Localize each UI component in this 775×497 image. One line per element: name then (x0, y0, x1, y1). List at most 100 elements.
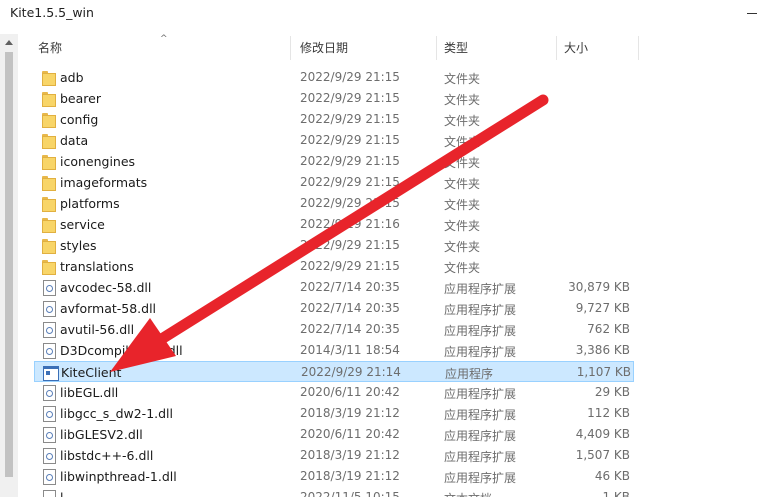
file-type: 应用程序 (445, 367, 494, 381)
file-size: 1 KB (602, 490, 630, 497)
file-row[interactable]: libwinpthread-1.dll 2018/3/19 21:12 应用程序扩展… (34, 466, 634, 487)
file-row[interactable]: avcodec-58.dll 2022/7/14 20:35 应用程序扩展 30,87… (34, 277, 634, 298)
file-type: 应用程序扩展 (444, 324, 517, 338)
file-row[interactable]: platforms 2022/9/29 21:15 文件夹 (34, 193, 634, 214)
file-date: 2022/9/29 21:15 (300, 259, 400, 273)
file-row[interactable]: KiteClient 2022/9/29 21:14 应用程序 1,107 KB (34, 361, 634, 382)
file-row[interactable]: avutil-56.dll 2022/7/14 20:35 应用程序扩展 762 KB (34, 319, 634, 340)
file-date: 2022/7/14 20:35 (300, 301, 400, 315)
file-row[interactable]: libgcc_s_dw2-1.dll 2018/3/19 21:12 应用程序扩展 1… (34, 403, 634, 424)
file-row[interactable]: adb 2022/9/29 21:15 文件夹 (34, 67, 634, 88)
file-row[interactable]: avformat-58.dll 2022/7/14 20:35 应用程序扩展 9,72… (34, 298, 634, 319)
file-name: config (60, 112, 99, 127)
file-date: 2022/9/29 21:15 (300, 196, 400, 210)
scrollbar-thumb[interactable] (5, 52, 13, 477)
folder-icon (42, 196, 56, 212)
column-divider[interactable] (290, 36, 291, 60)
dll-icon (42, 469, 56, 485)
file-date: 2022/9/29 21:15 (300, 238, 400, 252)
title-bar: Kite1.5.5_win (0, 0, 775, 26)
file-row[interactable]: libstdc++-6.dll 2018/3/19 21:12 应用程序扩展 1,50… (34, 445, 634, 466)
file-date: 2022/9/29 21:15 (300, 154, 400, 168)
file-name: avformat-58.dll (60, 301, 157, 316)
file-type: 文件夹 (444, 93, 481, 107)
file-name: iconengines (60, 154, 136, 169)
file-type: 文件夹 (444, 114, 481, 128)
file-name: translations (60, 259, 134, 274)
file-type: 文件夹 (444, 177, 481, 191)
file-size: 762 KB (587, 322, 630, 336)
file-date: 2022/9/29 21:15 (300, 175, 400, 189)
folder-icon (42, 217, 56, 233)
file-type: 应用程序扩展 (444, 429, 517, 443)
file-size: 1,107 KB (576, 365, 631, 379)
file-name: libstdc++-6.dll (60, 448, 154, 463)
file-size: 3,386 KB (575, 343, 630, 357)
file-row[interactable]: D3Dcompiler_47.dll 2014/3/11 18:54 应用程序扩展 3… (34, 340, 634, 361)
folder-icon (42, 91, 56, 107)
dll-icon (42, 427, 56, 443)
column-type[interactable]: 类型 (444, 34, 468, 62)
file-type: 文件夹 (444, 198, 481, 212)
folder-icon (42, 175, 56, 191)
file-date: 2022/9/29 21:15 (300, 112, 400, 126)
file-name: data (60, 133, 89, 148)
file-row[interactable]: l... 2022/11/5 10:15 文本文档 1 KB (34, 487, 634, 497)
file-date: 2022/7/14 20:35 (300, 322, 400, 336)
file-row[interactable]: iconengines 2022/9/29 21:15 文件夹 (34, 151, 634, 172)
file-row[interactable]: bearer 2022/9/29 21:15 文件夹 (34, 88, 634, 109)
file-type: 文件夹 (444, 240, 481, 254)
file-name: avcodec-58.dll (60, 280, 152, 295)
column-name[interactable]: 名称 (38, 34, 62, 62)
window-title: Kite1.5.5_win (10, 5, 94, 20)
file-name: bearer (60, 91, 101, 106)
file-size: 46 KB (594, 469, 630, 483)
file-name: styles (60, 238, 97, 253)
folder-icon (42, 238, 56, 254)
file-date: 2020/6/11 20:42 (300, 385, 400, 399)
file-type: 应用程序扩展 (444, 408, 517, 422)
file-row[interactable]: imageformats 2022/9/29 21:15 文件夹 (34, 172, 634, 193)
file-date: 2020/6/11 20:42 (300, 427, 400, 441)
dll-icon (42, 343, 56, 359)
file-date: 2022/9/29 21:14 (301, 365, 401, 379)
column-divider[interactable] (638, 36, 639, 60)
folder-icon (42, 154, 56, 170)
file-name: adb (60, 70, 84, 85)
sort-ascending-icon: ^ (160, 34, 168, 44)
file-row[interactable]: service 2022/9/29 21:16 文件夹 (34, 214, 634, 235)
file-date: 2022/7/14 20:35 (300, 280, 400, 294)
file-name: libEGL.dll (60, 385, 119, 400)
file-row[interactable]: libEGL.dll 2020/6/11 20:42 应用程序扩展 29 KB (34, 382, 634, 403)
file-row[interactable]: styles 2022/9/29 21:15 文件夹 (34, 235, 634, 256)
file-date: 2018/3/19 21:12 (300, 406, 400, 420)
vertical-scrollbar[interactable] (0, 34, 18, 497)
scroll-up-arrow-icon[interactable] (5, 40, 13, 45)
column-divider[interactable] (436, 36, 437, 60)
dll-icon (42, 322, 56, 338)
file-name: libGLESV2.dll (60, 427, 143, 442)
column-date[interactable]: 修改日期 (300, 34, 348, 62)
file-size: 4,409 KB (575, 427, 630, 441)
minimize-button[interactable] (729, 0, 775, 26)
dll-icon (42, 301, 56, 317)
file-name: KiteClient (61, 365, 122, 380)
file-date: 2018/3/19 21:12 (300, 469, 400, 483)
column-size[interactable]: 大小 (564, 34, 588, 62)
file-type: 文件夹 (444, 156, 481, 170)
file-row[interactable]: libGLESV2.dll 2020/6/11 20:42 应用程序扩展 4,409 … (34, 424, 634, 445)
column-divider[interactable] (556, 36, 557, 60)
file-date: 2018/3/19 21:12 (300, 448, 400, 462)
folder-icon (42, 259, 56, 275)
file-row[interactable]: config 2022/9/29 21:15 文件夹 (34, 109, 634, 130)
file-date: 2022/9/29 21:15 (300, 91, 400, 105)
file-type: 应用程序扩展 (444, 303, 517, 317)
file-type: 应用程序扩展 (444, 282, 517, 296)
file-type: 应用程序扩展 (444, 450, 517, 464)
file-row[interactable]: data 2022/9/29 21:15 文件夹 (34, 130, 634, 151)
file-type: 文件夹 (444, 135, 481, 149)
file-type: 文本文档 (444, 490, 492, 497)
folder-icon (42, 133, 56, 149)
file-row[interactable]: translations 2022/9/29 21:15 文件夹 (34, 256, 634, 277)
dll-icon (42, 406, 56, 422)
